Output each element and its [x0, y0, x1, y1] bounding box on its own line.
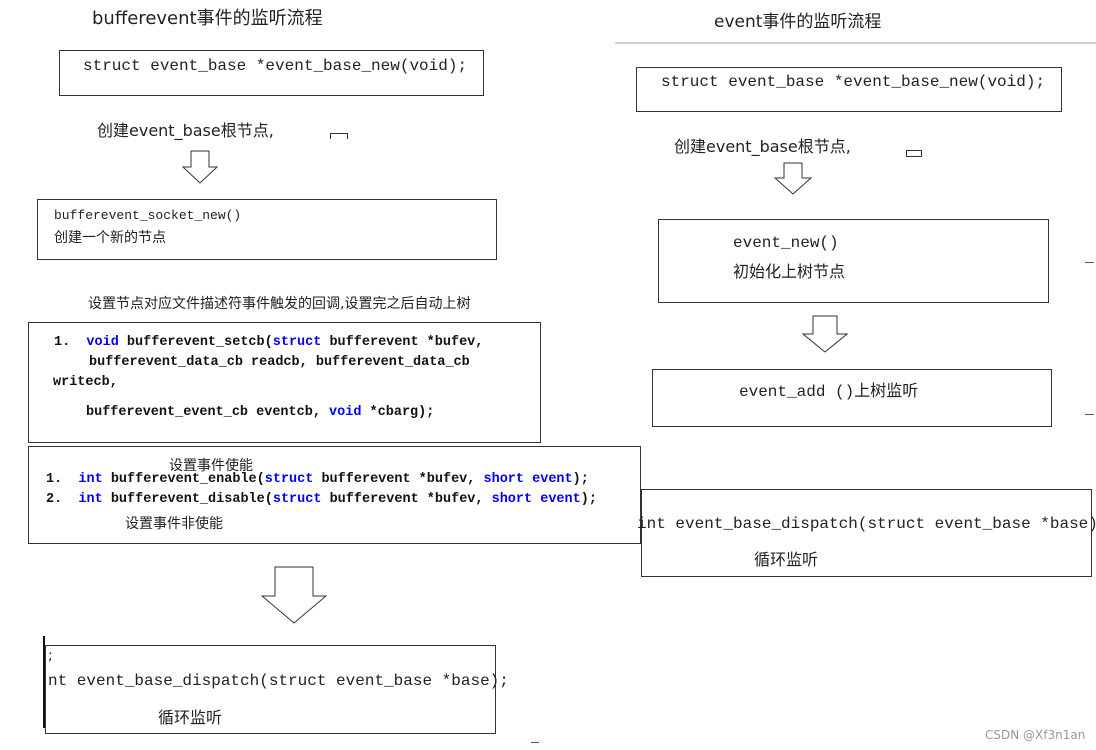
mark	[1085, 414, 1094, 415]
left-enable-box: 设置事件使能 1. int bufferevent_enable(struct …	[28, 446, 641, 544]
right-title: event事件的监听流程	[714, 12, 882, 32]
right-dispatch-note: 循环监听	[754, 550, 819, 569]
divider	[615, 42, 1096, 44]
down-arrow-icon	[261, 566, 327, 624]
dispatch-semicolon: ;	[48, 648, 53, 664]
left-event-base-new-box: struct event_base *event_base_new(void);	[59, 50, 484, 96]
mark	[531, 742, 539, 743]
disable-note: 设置事件非使能	[125, 516, 223, 532]
left-setcb-note: 设置节点对应文件描述符事件触发的回调,设置完之后自动上树	[88, 296, 471, 312]
right-dispatch-code: int event_base_dispatch(struct event_bas…	[637, 515, 1096, 533]
right-dispatch-box: int event_base_dispatch(struct event_bas…	[637, 489, 1096, 577]
setcb-line-4: bufferevent_event_cb eventcb, void *cbar…	[86, 405, 435, 420]
left-dispatch-box: ; nt event_base_dispatch(struct event_ba…	[45, 645, 509, 734]
left-setcb-box: 1. void bufferevent_setcb(struct buffere…	[28, 322, 541, 443]
right-event-new-code: event_new()	[733, 234, 839, 252]
left-dispatch-code: nt event_base_dispatch(struct event_base…	[48, 672, 509, 690]
left-dispatch-note: 循环监听	[158, 708, 223, 727]
left-create-base-note: 创建event_base根节点,	[97, 121, 274, 140]
right-event-new-note: 初始化上树节点	[733, 262, 846, 281]
right-event-add-box: event_add ()上树监听	[652, 369, 1052, 427]
setcb-line-3: writecb,	[53, 375, 118, 390]
down-arrow-icon	[182, 150, 218, 184]
setcb-line-1: 1. void bufferevent_setcb(struct buffere…	[54, 335, 484, 350]
right-create-base-note: 创建event_base根节点,	[674, 137, 851, 156]
left-socket-new-code: bufferevent_socket_new()	[54, 208, 242, 223]
right-event-add-text: event_add ()上树监听	[739, 383, 919, 401]
disable-line: 2. int bufferevent_disable(struct buffer…	[46, 492, 597, 507]
enable-line: 1. int bufferevent_enable(struct buffere…	[46, 472, 589, 487]
left-title: bufferevent事件的监听流程	[92, 8, 323, 29]
setcb-line-2: bufferevent_data_cb readcb, bufferevent_…	[89, 355, 470, 370]
mark	[330, 133, 348, 139]
left-event-base-new-code: struct event_base *event_base_new(void);	[83, 57, 468, 75]
left-socket-new-note: 创建一个新的节点	[54, 230, 166, 246]
right-event-base-new-code: struct event_base *event_base_new(void);	[661, 73, 1046, 91]
right-event-new-box: event_new() 初始化上树节点	[658, 219, 1049, 303]
watermark: CSDN @Xf3n1an	[985, 728, 1086, 742]
left-socket-new-box: bufferevent_socket_new() 创建一个新的节点	[37, 199, 497, 260]
mark	[1085, 262, 1094, 263]
mark	[906, 150, 922, 157]
down-arrow-icon	[802, 315, 848, 353]
down-arrow-icon	[774, 162, 812, 195]
right-event-base-new-box: struct event_base *event_base_new(void);	[636, 67, 1062, 112]
